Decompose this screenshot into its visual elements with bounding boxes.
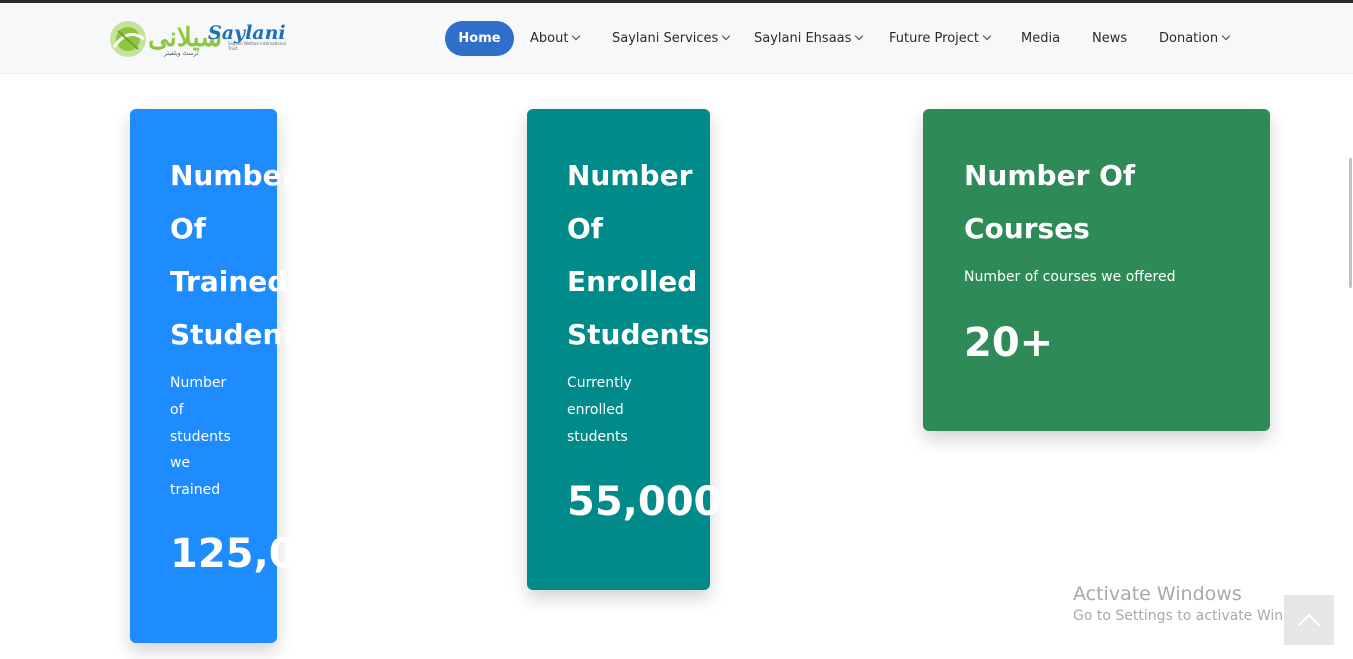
stat-card-content: Number Of Trained Students Number of stu… [130,109,294,643]
page-scrollbar[interactable] [1349,158,1352,288]
nav-home-label: Home [458,31,501,46]
nav-future-project[interactable]: Future Project [889,21,992,56]
logo-tagline: ٹرسٹ ویلفیئر [164,50,199,57]
stat-desc-line: enrolled [567,402,624,418]
nav-news[interactable]: News [1092,21,1127,56]
stat-desc-line: we [170,455,191,471]
chevron-down-icon [722,31,731,41]
stat-card-courses: Number Of Courses Number of courses we o… [923,109,1270,431]
stat-title-line: Of [170,212,206,245]
stat-title-line: Of [567,212,603,245]
stat-title-line: Trained [170,265,288,298]
stat-desc-line: Number of courses we offered [964,269,1176,285]
stat-card-trained-students: Number Of Trained Students Number of stu… [130,109,294,643]
site-header: سیلانی Saylani Saylani Welfare Internati… [0,3,1353,74]
stat-title-line: Students [170,318,294,351]
nav-donation-label: Donation [1159,31,1219,46]
nav-about[interactable]: About [530,21,581,56]
stat-desc-line: students [170,429,231,445]
stat-title-line: Enrolled [567,265,698,298]
stat-title-line: Number [567,159,693,192]
stat-desc-line: students [567,429,628,445]
stat-card-content: Number Of Enrolled Students Currently en… [527,109,727,590]
nav-home[interactable]: Home [445,21,514,56]
nav-saylani-ehsaas[interactable]: Saylani Ehsaas [754,21,864,56]
nav-about-label: About [530,31,569,46]
saylani-logo[interactable]: سیلانی Saylani Saylani Welfare Internati… [108,17,293,65]
nav-saylani-services-label: Saylani Services [612,31,719,46]
stat-desc-line: trained [170,482,221,498]
nav-media-label: Media [1021,31,1061,46]
stat-value: 125,000+ [170,531,294,577]
back-to-top-button[interactable] [1284,595,1334,645]
stat-title-line: Courses [964,212,1090,245]
nav-saylani-ehsaas-label: Saylani Ehsaas [754,31,852,46]
stat-desc-line: Currently [567,375,632,391]
stat-desc-line: Number [170,375,227,391]
stat-title-line: Students [567,318,710,351]
nav-saylani-services[interactable]: Saylani Services [612,21,731,56]
chevron-up-icon [1297,613,1321,637]
stat-title-line: Number [170,159,294,192]
stat-card-enrolled-students: Number Of Enrolled Students Currently en… [527,109,727,590]
stat-title-line: Number Of [964,159,1136,192]
logo-subtitle: Saylani Welfare International Trust [228,41,286,51]
stat-value: 55,000+ [567,479,727,525]
stat-desc-line: of [170,402,184,418]
nav-donation[interactable]: Donation [1159,21,1231,56]
chevron-down-icon [1221,31,1231,41]
nav-news-label: News [1092,31,1128,46]
nav-media[interactable]: Media [1021,21,1060,56]
stat-value: 20+ [964,320,1054,366]
nav-future-project-label: Future Project [889,31,980,46]
chevron-down-icon [572,31,581,41]
chevron-down-icon [855,31,864,41]
chevron-down-icon [982,31,992,41]
